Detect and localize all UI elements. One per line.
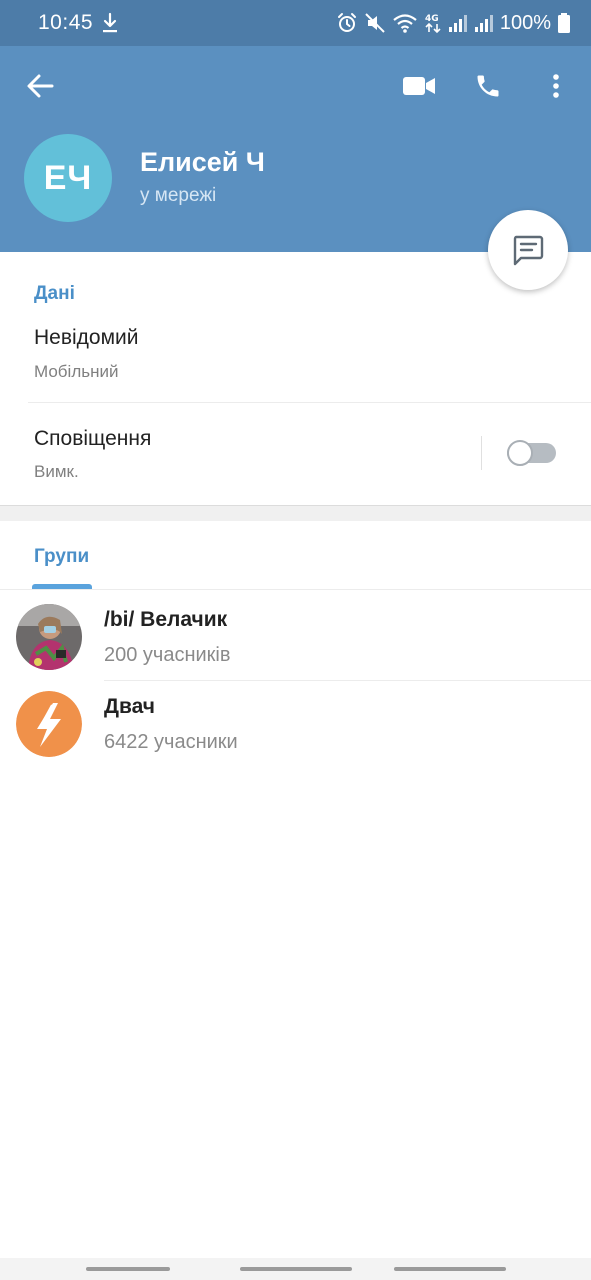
wifi-icon — [393, 14, 417, 33]
send-message-button[interactable] — [488, 210, 568, 290]
notifications-value: Вимк. — [34, 462, 79, 481]
download-icon — [103, 12, 117, 33]
back-button[interactable] — [20, 68, 60, 104]
more-vert-icon — [553, 74, 559, 98]
recents-button[interactable] — [86, 1267, 170, 1271]
group-name: Двач — [104, 695, 155, 718]
group-name: /bi/ Велачик — [104, 608, 228, 631]
status-bar: 10:45 4G 100% — [0, 0, 591, 46]
battery-icon — [558, 13, 570, 33]
mute-icon — [365, 13, 385, 33]
avatar-initials: ЕЧ — [43, 158, 93, 197]
signal-icon — [474, 15, 493, 32]
tabs-divider — [0, 589, 591, 590]
svg-text:4G: 4G — [425, 14, 439, 24]
alarm-icon — [337, 13, 356, 32]
back-nav-button[interactable] — [394, 1267, 506, 1271]
notifications-toggle[interactable] — [507, 440, 556, 466]
message-icon — [513, 235, 544, 266]
status-icons: 4G 100% — [336, 10, 577, 36]
profile-status: у мережі — [140, 185, 217, 206]
list-item[interactable]: Двач 6422 учасники — [0, 691, 591, 779]
status-time: 10:45 — [38, 11, 94, 34]
video-call-button[interactable] — [398, 68, 440, 104]
toggle-separator — [481, 436, 482, 470]
divider — [28, 402, 591, 403]
toggle-knob — [507, 440, 533, 466]
phone-call-button[interactable] — [468, 68, 508, 104]
profile-name: Елисей Ч — [140, 147, 265, 177]
system-navigation-bar — [0, 1258, 591, 1280]
home-button[interactable] — [240, 1267, 352, 1271]
back-arrow-icon — [27, 74, 54, 98]
divider — [104, 680, 591, 681]
signal-icon — [448, 15, 467, 32]
group-avatar-lightning — [16, 691, 82, 757]
avatar[interactable]: ЕЧ — [24, 134, 112, 222]
group-avatar-photo — [16, 604, 82, 670]
tab-groups[interactable]: Групи — [34, 546, 89, 568]
phone-value: Невідомий — [34, 326, 139, 349]
more-options-button[interactable] — [540, 68, 572, 104]
4g-icon: 4G — [425, 14, 441, 34]
info-section-title: Дані — [34, 283, 75, 304]
group-members: 200 учасників — [104, 644, 231, 666]
video-call-icon — [403, 77, 435, 95]
phone-icon — [477, 75, 499, 97]
battery-percent: 100% — [499, 11, 551, 34]
phone-label: Мобільний — [34, 362, 119, 381]
section-separator — [0, 505, 591, 521]
notifications-title: Сповіщення — [34, 427, 152, 450]
list-item[interactable]: /bi/ Велачик 200 учасників — [0, 604, 591, 692]
group-members: 6422 учасники — [104, 731, 238, 753]
